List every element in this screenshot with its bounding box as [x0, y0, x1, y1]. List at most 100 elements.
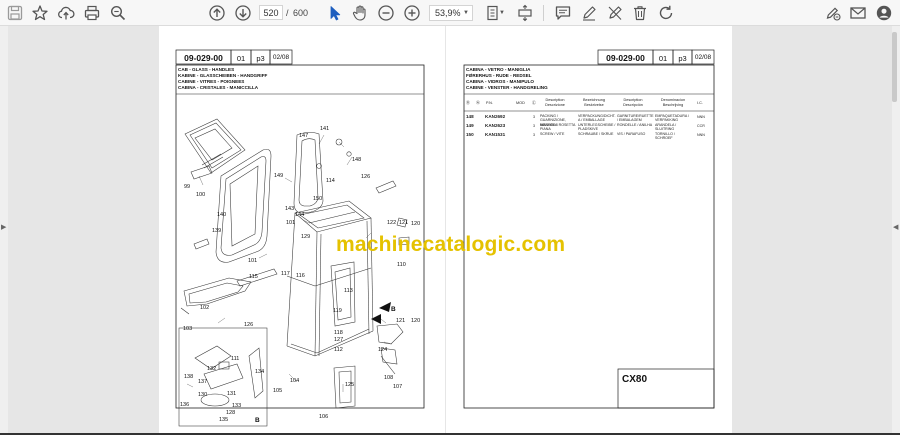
row-desc-de-da: SCHRAUBE / SKRUE	[578, 132, 614, 136]
part-callout: 113	[344, 288, 353, 294]
row-desc-de-da: UNTERLEGSCHEIBE / PLADSKIVE	[578, 123, 616, 132]
user-account-icon[interactable]	[874, 3, 894, 23]
row-part-number: KAN1531	[485, 132, 506, 137]
part-callout: 114	[326, 178, 335, 184]
table-header: I.C.	[697, 101, 703, 105]
row-desc-en-it: SCREW / VITE	[540, 132, 565, 136]
part-callout: 141	[320, 126, 330, 132]
part-callout: 121	[399, 220, 409, 226]
zoom-in-icon[interactable]	[402, 3, 422, 23]
part-callout: 100	[196, 192, 206, 198]
part-callout: 127	[334, 337, 344, 343]
rotate-refresh-icon[interactable]	[656, 3, 676, 23]
zoom-level-select[interactable]: 53,9% ▼	[429, 5, 473, 21]
table-header: P.N.	[486, 101, 493, 105]
row-qty: 3	[533, 124, 535, 128]
part-callout: 131	[227, 391, 237, 397]
table-header: Ⓝ	[476, 101, 480, 105]
part-callout: 105	[273, 388, 283, 394]
detail-marker-b: B	[255, 417, 260, 424]
upload-cloud-icon[interactable]	[56, 3, 76, 23]
part-callout: 116	[296, 273, 305, 279]
page-subnumber: p3	[678, 54, 687, 63]
page-subnumber: p3	[256, 54, 265, 63]
select-cursor-icon[interactable]	[325, 3, 345, 23]
part-callout: 137	[198, 379, 208, 385]
draw-pen-icon[interactable]	[579, 3, 599, 23]
chevron-down-icon: ▼	[463, 10, 469, 16]
part-callout: 117	[281, 271, 290, 277]
zoom-search-icon[interactable]	[108, 3, 128, 23]
part-callout: 104	[290, 378, 300, 384]
row-ic: CCR	[697, 124, 705, 128]
row-ic: NNN	[697, 133, 705, 137]
row-desc-de-da: VERPACKUNG/DICHT. A / EMBALLAGE	[578, 114, 616, 123]
email-icon[interactable]	[848, 3, 868, 23]
row-desc-es-nl: ARANDELA / SLUITRING	[655, 123, 677, 132]
part-callout: 132	[207, 366, 217, 372]
next-page-icon[interactable]	[233, 3, 253, 23]
part-callout: 134	[255, 369, 265, 375]
part-callout: 99	[184, 184, 191, 190]
table-header: MOD	[516, 101, 525, 105]
part-callout: 122	[387, 220, 397, 226]
row-desc-fr-pt: VIS / PARAFUSO	[617, 132, 646, 136]
part-callout: 147	[299, 133, 309, 139]
part-callout: 112	[334, 347, 343, 353]
part-callout: 120	[411, 221, 421, 227]
row-desc-es-nl: TORNILLO / SCHROEF	[655, 132, 675, 141]
page-left: 09-029-00 01 p3 02/08 CAB - GLASS - HAND…	[159, 26, 445, 435]
part-callout: 110	[397, 262, 406, 268]
page-separator: /	[286, 8, 289, 18]
document-viewer[interactable]: ▶ 09-029-00 01 p3 02/08 CAB - GLASS - HA…	[0, 26, 900, 435]
row-part-number: KAN2692	[485, 114, 506, 119]
delete-trash-icon[interactable]	[630, 3, 650, 23]
previous-page-icon[interactable]	[207, 3, 227, 23]
page-fit-dropdown-icon[interactable]: ▼	[497, 3, 507, 23]
comment-icon[interactable]	[553, 3, 573, 23]
row-qty: 3	[533, 133, 535, 137]
table-header: Bezeichnung Beskrivelse	[583, 98, 605, 107]
part-callout: 101	[286, 220, 296, 226]
bookmark-star-icon[interactable]	[30, 3, 50, 23]
expand-right-icon: ◀	[893, 224, 899, 231]
row-desc-fr-pt: RONDELLE / ANILHA	[617, 123, 653, 127]
viewer-toolbar: / 600 53,9% ▼ ▼	[0, 0, 900, 26]
print-icon[interactable]	[82, 3, 102, 23]
part-callout: 149	[274, 173, 284, 179]
part-callout: 103	[183, 326, 193, 332]
page-date: 02/08	[272, 54, 290, 61]
part-callout: 148	[352, 157, 362, 163]
table-header: Ⓒ	[532, 101, 536, 105]
save-icon[interactable]	[5, 3, 25, 23]
left-sidebar-toggle[interactable]: ▶	[0, 26, 8, 435]
zoom-out-icon[interactable]	[376, 3, 396, 23]
part-callout: 135	[219, 417, 229, 423]
part-callout: 121	[396, 318, 406, 324]
part-callout: 126	[244, 322, 254, 328]
page-number-input[interactable]	[259, 5, 283, 20]
pan-hand-icon[interactable]	[350, 3, 370, 23]
row-desc-fr-pt: GARNITURE/RUETTE / EMBALAGEM	[617, 114, 654, 123]
row-part-number: KAN2623	[485, 123, 506, 128]
scroll-mode-icon[interactable]	[515, 3, 535, 23]
part-callout: 125	[345, 382, 355, 388]
row-ref: 150	[466, 132, 474, 137]
part-callout: 111	[231, 356, 240, 362]
part-callout: 130	[198, 392, 208, 398]
part-callout: 101	[248, 258, 258, 264]
part-callout: 139	[212, 228, 222, 234]
part-callout: 143	[285, 206, 295, 212]
part-callout: 107	[393, 384, 403, 390]
erase-annotation-icon[interactable]	[605, 3, 625, 23]
part-callout: 144	[295, 212, 305, 218]
table-header: Description Descrizione	[545, 98, 565, 107]
scrollbar-thumb[interactable]	[892, 32, 897, 102]
part-callout: 140	[217, 212, 227, 218]
sign-link-icon[interactable]	[823, 3, 843, 23]
row-ref: 148	[466, 114, 474, 119]
part-callout: 133	[232, 403, 242, 409]
part-callout: 119	[333, 308, 342, 314]
caption-line: CABINA - CRISTALES - MANICCILLA	[178, 85, 259, 90]
part-callout: 106	[319, 414, 329, 420]
